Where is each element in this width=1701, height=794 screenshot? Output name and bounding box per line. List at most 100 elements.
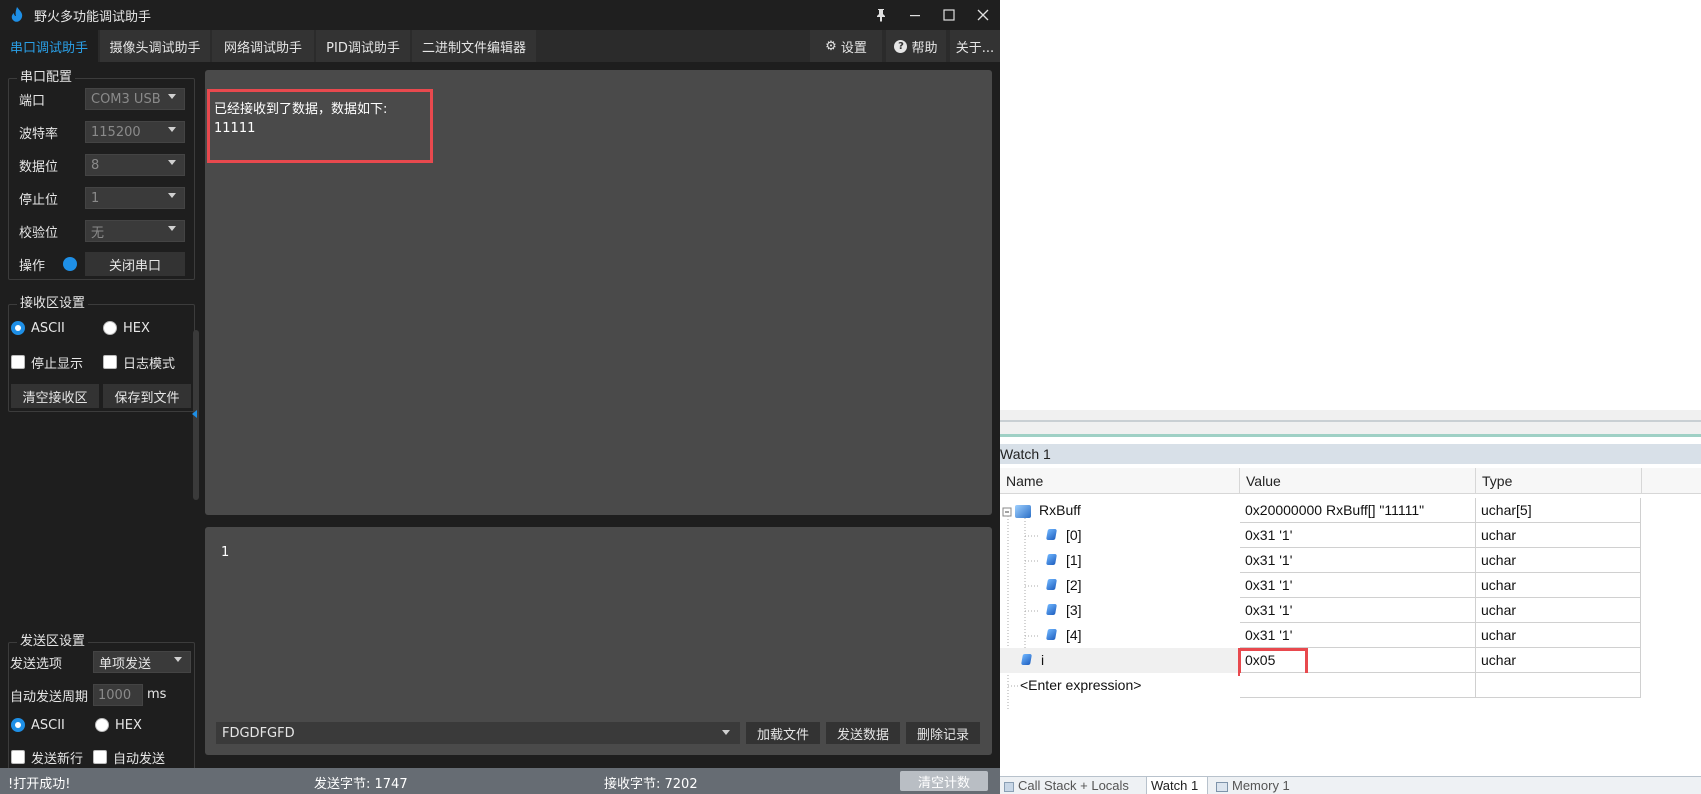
received-bytes: 接收字节: 7202: [604, 777, 698, 792]
watch-name: i: [1041, 652, 1045, 668]
tab-memory-label: Memory 1: [1232, 778, 1290, 793]
watch-row[interactable]: [2] 0x31 '1' uchar: [1000, 573, 1641, 598]
serial-config-group: 串口配置 端口 COM3 USB 波特率 115200 数据位 8 停止位 1 …: [8, 70, 195, 280]
watch-name: [0]: [1066, 527, 1082, 543]
watch-name-cell: [0]: [1046, 523, 1082, 548]
maximize-icon[interactable]: [932, 0, 966, 30]
save-to-file-button[interactable]: 保存到文件: [103, 384, 191, 408]
chevron-down-icon: [174, 657, 182, 662]
stopbits-select[interactable]: 1: [85, 187, 185, 209]
variable-icon: [1021, 654, 1032, 665]
help-button[interactable]: ? 帮助: [886, 30, 946, 62]
tab-network[interactable]: 网络调试助手: [212, 30, 314, 62]
watch-row[interactable]: [4] 0x31 '1' uchar: [1000, 623, 1641, 648]
col-value[interactable]: Value: [1240, 468, 1476, 494]
send-hex-radio[interactable]: HEX: [95, 714, 142, 736]
collapse-arrow-icon[interactable]: [192, 410, 197, 418]
watch-row[interactable]: [3] 0x31 '1' uchar: [1000, 598, 1641, 623]
watch-row[interactable]: [0] 0x31 '1' uchar: [1000, 523, 1641, 548]
col-type[interactable]: Type: [1476, 468, 1642, 494]
recv-settings-group: 接收区设置 ASCII HEX 停止显示 日志模式 清空接收区 保存到文件: [8, 296, 195, 412]
window-title: 野火多功能调试助手: [34, 9, 152, 25]
receive-area[interactable]: 已经接收到了数据，数据如下: 11111: [205, 70, 992, 515]
title-bar: 野火多功能调试助手: [0, 0, 1000, 30]
watch-row[interactable]: <Enter expression>: [1000, 673, 1641, 698]
stop-display-checkbox[interactable]: 停止显示: [11, 351, 83, 373]
settings-button[interactable]: ⚙ 设置: [810, 30, 882, 62]
send-history-value: FDGDFGFD: [222, 725, 295, 741]
close-port-button[interactable]: 关闭串口: [85, 252, 185, 276]
watch-name: [1]: [1066, 552, 1082, 568]
clear-count-button[interactable]: 清空计数: [900, 771, 988, 791]
main-tabbar: 串口调试助手 摄像头调试助手 网络调试助手 PID调试助手 二进制文件编辑器 ⚙…: [0, 30, 1000, 62]
tab-camera[interactable]: 摄像头调试助手: [100, 30, 210, 62]
parity-select[interactable]: 无: [85, 220, 185, 242]
watch-row[interactable]: RxBuff 0x20000000 RxBuff[] "11111" uchar…: [1000, 498, 1641, 523]
tab-binary-editor[interactable]: 二进制文件编辑器: [412, 30, 536, 62]
databits-select[interactable]: 8: [85, 154, 185, 176]
delete-history-button[interactable]: 删除记录: [906, 722, 980, 744]
tab-memory-1[interactable]: Memory 1: [1212, 777, 1312, 794]
watch-value-cell[interactable]: 0x20000000 RxBuff[] "11111": [1240, 498, 1476, 523]
watch-type-cell: uchar: [1476, 573, 1641, 598]
baud-label: 波特率: [19, 126, 59, 142]
databits-label: 数据位: [19, 159, 59, 175]
serial-debug-app: 野火多功能调试助手 串口调试助手 摄像头调试助手 网络调试助手 PID调试助手 …: [0, 0, 1000, 794]
recv-ascii-radio[interactable]: ASCII: [11, 317, 65, 339]
watch-value-cell[interactable]: 0x31 '1': [1240, 548, 1476, 573]
help-label: 帮助: [911, 40, 938, 56]
tab-watch-1[interactable]: Watch 1: [1146, 777, 1208, 794]
send-area[interactable]: 1 FDGDFGFD 加载文件 发送数据 删除记录: [205, 527, 992, 755]
send-newline-checkbox[interactable]: 发送新行: [11, 746, 83, 768]
port-select[interactable]: COM3 USB: [85, 88, 185, 110]
variable-icon: [1046, 604, 1057, 615]
watch-row[interactable]: [1] 0x31 '1' uchar: [1000, 548, 1641, 573]
watch-type-cell: uchar: [1476, 548, 1641, 573]
tab-serial[interactable]: 串口调试助手: [0, 30, 98, 62]
chevron-down-icon: [722, 730, 730, 735]
watch-type-cell: uchar: [1476, 523, 1641, 548]
tab-call-stack[interactable]: Call Stack + Locals: [1000, 777, 1142, 794]
minimize-icon[interactable]: [898, 0, 932, 30]
watch-value-cell[interactable]: 0x31 '1': [1240, 523, 1476, 548]
watch-value-cell[interactable]: [1240, 673, 1476, 698]
auto-send-label: 自动发送: [113, 751, 166, 767]
watch-panel: Watch 1 Name Value Type RxBuff 0x2000000…: [1000, 410, 1701, 794]
sidebar: 串口配置 端口 COM3 USB 波特率 115200 数据位 8 停止位 1 …: [0, 62, 200, 777]
watch-value-cell[interactable]: 0x31 '1': [1240, 573, 1476, 598]
watch-value-cell[interactable]: 0x31 '1': [1240, 623, 1476, 648]
auto-period-input[interactable]: 1000: [93, 684, 143, 706]
radio-unchecked-icon: [95, 718, 109, 732]
watch-type-cell: uchar: [1476, 648, 1641, 673]
watch-value-cell[interactable]: 0x31 '1': [1240, 598, 1476, 623]
clear-recv-button[interactable]: 清空接收区: [11, 384, 99, 408]
parity-label: 校验位: [19, 225, 59, 241]
send-option-select[interactable]: 单项发送: [93, 651, 191, 673]
pin-icon[interactable]: [864, 0, 898, 30]
send-history-select[interactable]: FDGDFGFD: [216, 722, 740, 744]
operation-row: 操作: [19, 253, 45, 275]
watch-type-cell: uchar: [1476, 623, 1641, 648]
baud-select[interactable]: 115200: [85, 121, 185, 143]
load-file-button[interactable]: 加载文件: [746, 722, 820, 744]
enter-expression[interactable]: <Enter expression>: [1020, 673, 1141, 698]
about-button[interactable]: 关于...: [950, 30, 1000, 62]
send-settings-group: 发送区设置 发送选项 单项发送 自动发送周期 1000 ms ASCII HEX…: [8, 634, 195, 777]
send-data-button[interactable]: 发送数据: [826, 722, 900, 744]
send-option-value: 单项发送: [99, 656, 152, 672]
send-option-row: 发送选项: [10, 651, 62, 673]
send-ascii-radio[interactable]: ASCII: [11, 714, 65, 736]
memory-icon: [1216, 781, 1228, 792]
watch-name: [4]: [1066, 627, 1082, 643]
log-mode-checkbox[interactable]: 日志模式: [103, 351, 175, 373]
watch-name-cell: [2]: [1046, 573, 1082, 598]
gear-icon: ⚙: [825, 38, 837, 54]
divider: [1000, 434, 1701, 437]
watch-type-cell: [1476, 673, 1641, 698]
recv-hex-radio[interactable]: HEX: [103, 317, 150, 339]
tab-pid[interactable]: PID调试助手: [316, 30, 410, 62]
col-name[interactable]: Name: [1000, 468, 1240, 494]
close-icon[interactable]: [966, 0, 1000, 30]
auto-send-checkbox[interactable]: 自动发送: [93, 746, 165, 768]
watch-row[interactable]: i 0x05 uchar: [1000, 648, 1641, 673]
